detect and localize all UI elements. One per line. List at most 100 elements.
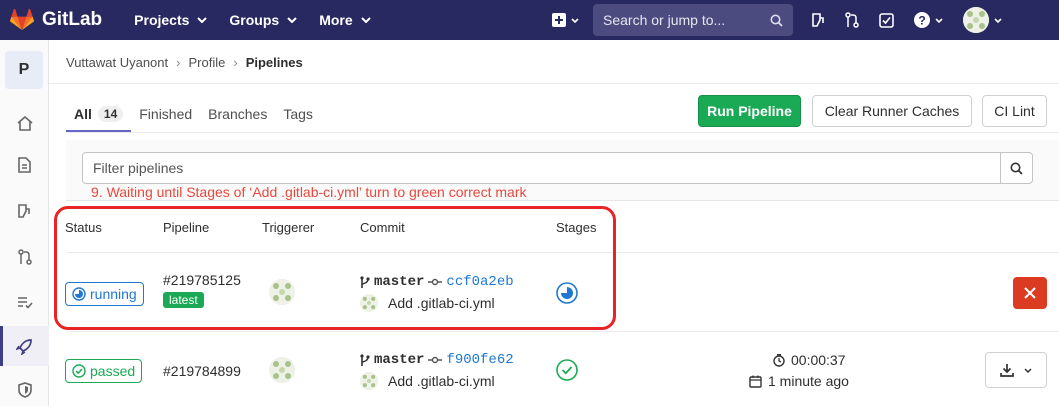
branch-link[interactable]: master — [374, 352, 424, 368]
sidebar-item-project[interactable] — [0, 103, 49, 143]
run-pipeline-button[interactable]: Run Pipeline — [698, 95, 801, 127]
commit-ref: master f900fe62 — [360, 352, 514, 368]
top-icon-group: ? — [811, 7, 1022, 33]
ci-lint-button[interactable]: CI Lint — [982, 95, 1047, 127]
tab-all[interactable]: All 14 — [66, 96, 132, 132]
breadcrumb-profile[interactable]: Profile — [188, 55, 225, 70]
status-success-icon — [556, 359, 578, 381]
tab-branches-label: Branches — [208, 106, 268, 122]
tutorial-annotation: 9. Waiting until Stages of ‘Add .gitlab-… — [91, 184, 527, 200]
branch-icon — [360, 353, 370, 366]
tab-tags-label: Tags — [283, 106, 313, 122]
chevron-down-icon — [994, 17, 1002, 23]
duration-value: 00:00:37 — [791, 352, 846, 368]
stage-status-button[interactable] — [556, 359, 578, 381]
download-icon — [1000, 364, 1014, 377]
calendar-icon — [749, 375, 762, 388]
sidebar-item-ci-cd[interactable] — [0, 326, 49, 366]
tab-branches[interactable]: Branches — [200, 96, 275, 132]
filter-pipelines-input[interactable]: Filter pipelines — [82, 152, 1002, 184]
nav-projects-label: Projects — [134, 12, 190, 28]
commit-author-avatar[interactable] — [360, 372, 378, 390]
breadcrumb: Vuttawat Uyanont › Profile › Pipelines — [66, 55, 303, 70]
project-avatar[interactable]: P — [5, 51, 43, 89]
nav-groups-label: Groups — [229, 12, 280, 28]
commit-message-link[interactable]: Add .gitlab-ci.yml — [388, 373, 495, 389]
sidebar-item-security[interactable] — [0, 370, 49, 410]
tab-all-label: All — [74, 106, 92, 122]
main-nav: Projects Groups More — [134, 12, 392, 28]
question-icon: ? — [914, 12, 930, 28]
breadcrumb-separator: › — [176, 55, 181, 70]
nav-projects[interactable]: Projects — [134, 12, 208, 28]
tab-tags[interactable]: Tags — [275, 96, 321, 132]
user-menu[interactable] — [963, 7, 1002, 33]
help-dropdown[interactable]: ? — [914, 12, 943, 28]
triggerer-avatar[interactable] — [269, 357, 295, 383]
status-badge[interactable]: passed — [65, 359, 143, 383]
list-check-icon — [17, 296, 33, 309]
breadcrumb-user[interactable]: Vuttawat Uyanont — [66, 55, 168, 70]
brand-name: GitLab — [42, 9, 103, 30]
timer-icon — [773, 353, 785, 367]
tab-count-badge: 14 — [97, 106, 124, 122]
filter-search-button[interactable] — [1000, 152, 1033, 184]
search-icon — [770, 14, 783, 27]
status-success-icon — [72, 364, 86, 378]
nav-more[interactable]: More — [319, 12, 371, 28]
row-divider — [66, 331, 1059, 332]
tanuki-icon — [10, 9, 34, 30]
home-icon — [16, 115, 33, 131]
pipeline-id-link[interactable]: #219784899 — [163, 363, 241, 379]
tab-finished[interactable]: Finished — [131, 96, 200, 132]
pipeline-finished-time: 1 minute ago — [749, 373, 849, 389]
divider — [49, 83, 1059, 84]
pipeline-duration: 00:00:37 — [773, 352, 846, 368]
chevron-down-icon — [360, 17, 371, 23]
close-icon — [1024, 287, 1036, 299]
breadcrumb-separator: › — [233, 55, 238, 70]
breadcrumb-current[interactable]: Pipelines — [246, 55, 303, 70]
clear-runner-caches-button[interactable]: Clear Runner Caches — [812, 95, 972, 127]
nav-groups[interactable]: Groups — [229, 12, 297, 28]
download-artifacts-button[interactable] — [985, 352, 1047, 388]
todo-icon[interactable] — [879, 12, 894, 28]
top-navbar: GitLab Projects Groups More Search or ju… — [0, 0, 1059, 40]
repository-icon — [18, 157, 31, 173]
cancel-pipeline-button[interactable] — [1013, 277, 1047, 309]
chevron-down-icon — [571, 17, 579, 23]
top-right-controls: Search or jump to... ? — [552, 0, 1022, 40]
search-icon — [1010, 162, 1023, 175]
sidebar-item-repository[interactable] — [0, 145, 49, 185]
highlight-annotation-box — [54, 206, 616, 330]
tabs-divider — [66, 132, 1059, 133]
avatar — [963, 7, 989, 33]
search-placeholder: Search or jump to... — [603, 12, 726, 28]
chevron-down-icon — [197, 17, 208, 23]
sidebar-item-issues[interactable] — [0, 191, 49, 231]
gitlab-logo[interactable]: GitLab — [10, 9, 102, 31]
plus-square-icon — [552, 13, 566, 27]
project-sidebar: P — [0, 40, 49, 406]
commit-sha-link[interactable]: f900fe62 — [446, 352, 513, 368]
merge-requests-icon[interactable] — [845, 12, 859, 28]
pipeline-tabs: All 14 Finished Branches Tags — [66, 96, 321, 132]
shield-icon — [17, 382, 32, 398]
chevron-down-icon — [287, 17, 297, 23]
tab-finished-label: Finished — [139, 106, 193, 122]
commit-icon — [428, 356, 443, 364]
status-label: passed — [90, 363, 136, 379]
svg-text:?: ? — [918, 14, 925, 28]
new-dropdown-button[interactable] — [552, 13, 579, 27]
sidebar-item-requirements[interactable] — [0, 282, 49, 322]
merge-requests-icon — [17, 249, 32, 265]
issues-icon[interactable] — [811, 12, 825, 28]
sidebar-item-merge-requests[interactable] — [0, 237, 49, 277]
issues-icon — [18, 203, 30, 218]
active-indicator — [0, 326, 3, 366]
finished-value: 1 minute ago — [768, 373, 849, 389]
filter-placeholder: Filter pipelines — [93, 160, 184, 176]
chevron-down-icon — [1024, 367, 1032, 373]
nav-more-label: More — [319, 12, 353, 28]
search-input[interactable]: Search or jump to... — [593, 4, 793, 36]
